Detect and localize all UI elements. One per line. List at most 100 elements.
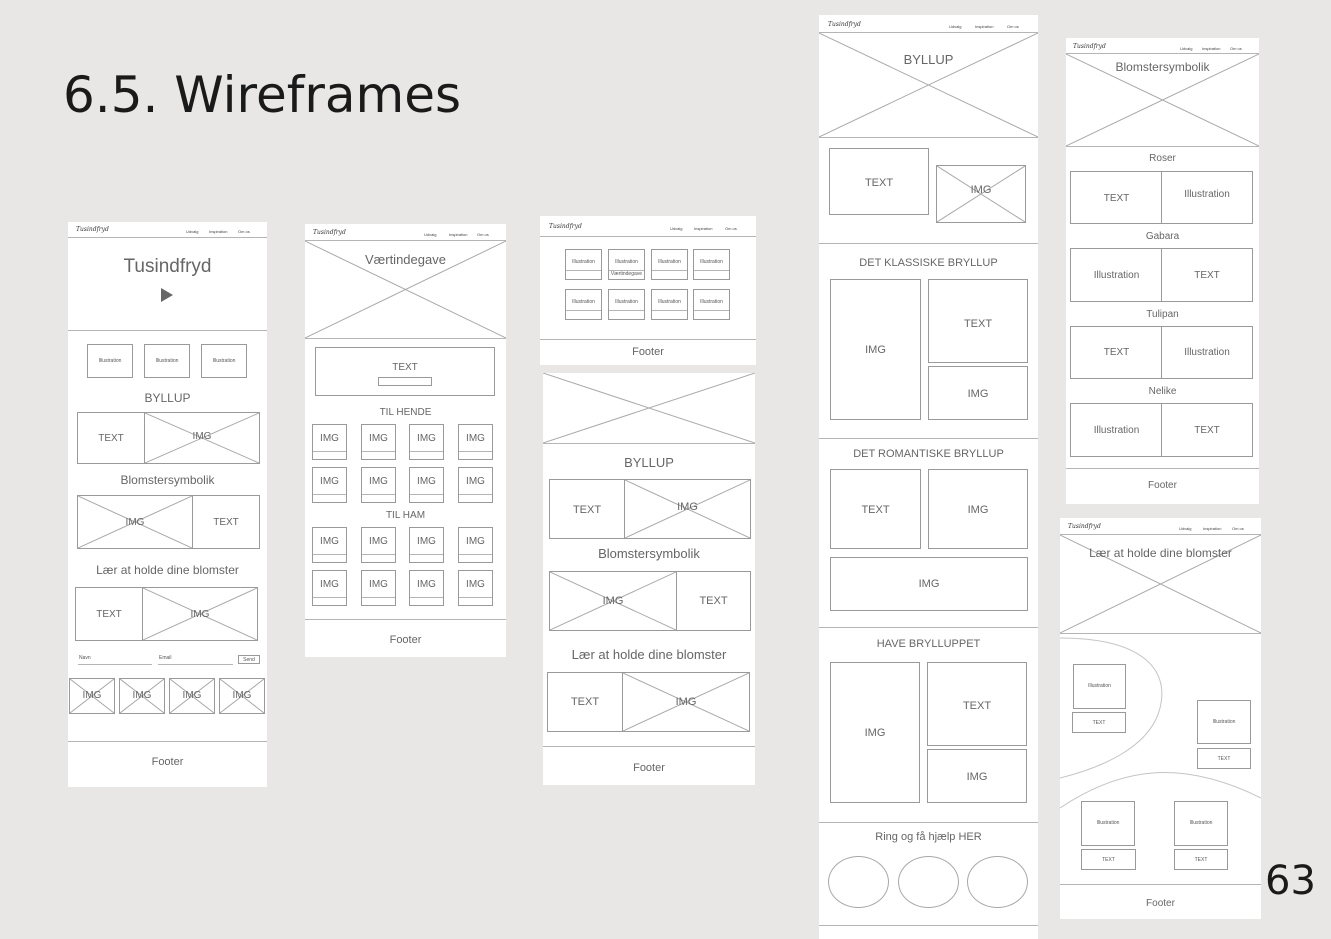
button-placeholder[interactable] (378, 377, 432, 386)
contact-circle[interactable] (898, 856, 959, 908)
hero-title: Blomstersymbolik (1115, 60, 1210, 74)
product-image[interactable]: IMG (312, 467, 347, 503)
wireframe-byllup-overview: BYLLUP TEXT IMG Blomstersymbolik IMG TEX… (543, 373, 755, 785)
footer: Footer (151, 756, 184, 768)
nav-item-om-os[interactable]: Om os (1007, 24, 1019, 29)
footer: Footer (1146, 898, 1175, 909)
name-field-label[interactable]: Navn (79, 655, 91, 661)
product-image[interactable]: IMG (409, 467, 444, 503)
image-placeholder: IMG (69, 678, 115, 714)
nav-item-inspiration[interactable]: Inspiration (975, 24, 993, 29)
product-image[interactable]: IMG (458, 467, 493, 503)
text-box: TEXT (75, 587, 143, 641)
text-box: TEXT (1197, 748, 1251, 769)
nav-item-udvalg[interactable]: Udvalg (424, 232, 436, 237)
product-card[interactable]: Illustration (651, 249, 688, 280)
text-box: TEXT (1174, 849, 1228, 870)
product-image[interactable]: IMG (361, 570, 396, 606)
nav-item-om-os[interactable]: Om os (477, 232, 489, 237)
illustration-box: Illustration (201, 344, 247, 378)
image-placeholder: IMG (830, 662, 920, 803)
footer: Footer (389, 634, 422, 646)
product-card[interactable]: Illustration (651, 289, 688, 320)
illustration-box: Illustration (1161, 326, 1253, 379)
image-placeholder: IMG (927, 749, 1027, 803)
footer: Footer (632, 346, 664, 358)
text-box: TEXT (547, 672, 623, 732)
flower-heading: Gabara (1145, 231, 1180, 242)
image-placeholder: IMG (169, 678, 215, 714)
product-card[interactable]: Illustration (693, 249, 730, 280)
image-placeholder: IMG (624, 479, 751, 539)
flower-heading: Nelike (1148, 386, 1177, 397)
product-image[interactable]: IMG (458, 424, 493, 460)
text-box: TEXT (928, 279, 1028, 363)
image-placeholder: IMG (830, 557, 1028, 611)
nav-item-udvalg[interactable]: Udvalg (1180, 46, 1192, 51)
text-box: TEXT (77, 412, 145, 464)
nav-item-udvalg[interactable]: Udvalg (670, 226, 682, 231)
product-image[interactable]: IMG (312, 424, 347, 460)
wireframe-product-grid: Tusindfryd Udvalg Inspiration Om os Illu… (540, 216, 756, 365)
product-image[interactable]: IMG (458, 570, 493, 606)
illustration-box: Illustration (144, 344, 190, 378)
contact-circle[interactable] (828, 856, 889, 908)
product-image[interactable]: IMG (409, 424, 444, 460)
wireframe-byllup-detail: Tusindfryd Udvalg Inspiration Om os BYLL… (819, 15, 1038, 939)
nav-item-udvalg[interactable]: Udvalg (186, 229, 198, 234)
image-placeholder: IMG (144, 412, 260, 464)
play-icon[interactable] (161, 288, 173, 302)
text-box: TEXT (830, 469, 921, 549)
image-placeholder: IMG (928, 469, 1028, 549)
product-image[interactable]: IMG (361, 424, 396, 460)
hero-title: Værtindegave (365, 252, 446, 267)
section-heading-laer: Lær at holde dine blomster (96, 563, 239, 577)
nav-item-om-os[interactable]: Om os (725, 226, 737, 231)
product-image[interactable]: IMG (361, 527, 396, 563)
product-image[interactable]: IMG (409, 570, 444, 606)
page-title: 6.5. Wireframes (63, 66, 462, 124)
nav-item-udvalg[interactable]: Udvalg (949, 24, 961, 29)
product-card[interactable]: Illustration Værtindegave (608, 249, 645, 280)
illustration-box: Illustration (1161, 171, 1253, 224)
image-placeholder: IMG (219, 678, 265, 714)
nav-item-om-os[interactable]: Om os (238, 229, 250, 234)
text-box: TEXT (676, 571, 751, 631)
illustration-box: Illustration (1070, 403, 1163, 457)
logo: Tusindfryd (828, 21, 861, 28)
text-box: TEXT (315, 347, 495, 396)
logo: Tusindfryd (313, 229, 346, 236)
nav-item-inspiration[interactable]: Inspiration (209, 229, 227, 234)
product-card[interactable]: Illustration (565, 249, 602, 280)
email-field-label[interactable]: Email (159, 655, 172, 661)
image-placeholder: IMG (622, 672, 750, 732)
illustration-box: Illustration (1197, 700, 1251, 744)
send-button[interactable]: Send (238, 655, 260, 664)
illustration-box: Illustration (1073, 664, 1126, 709)
product-image[interactable]: IMG (458, 527, 493, 563)
image-placeholder: IMG (142, 587, 258, 641)
image-placeholder: IMG (77, 495, 193, 549)
image-placeholder: IMG (928, 366, 1028, 420)
page-number: 63 (1265, 858, 1316, 904)
product-image[interactable]: IMG (312, 527, 347, 563)
nav-item-inspiration[interactable]: Inspiration (694, 226, 712, 231)
nav-item-om-os[interactable]: Om os (1230, 46, 1242, 51)
wireframe-laer-at-holde: Tusindfryd Udvalg Inspiration Om os Lær … (1060, 518, 1261, 919)
hero-title: BYLLUP (903, 52, 954, 67)
product-card[interactable]: Illustration (693, 289, 730, 320)
text-box: TEXT (1161, 403, 1253, 457)
image-placeholder: IMG (119, 678, 165, 714)
product-card[interactable]: Illustration (608, 289, 645, 320)
product-card[interactable]: Illustration (565, 289, 602, 320)
nav-item-inspiration[interactable]: Inspiration (449, 232, 467, 237)
logo: Tusindfryd (1073, 43, 1106, 50)
contact-circle[interactable] (967, 856, 1028, 908)
product-image[interactable]: IMG (361, 467, 396, 503)
section-heading-klassiske: DET KLASSISKE BRYLLUP (859, 257, 998, 269)
hero-section (68, 237, 267, 331)
product-image[interactable]: IMG (312, 570, 347, 606)
nav-item-inspiration[interactable]: Inspiration (1202, 46, 1220, 51)
section-heading-til-ham: TIL HAM (385, 510, 426, 521)
product-image[interactable]: IMG (409, 527, 444, 563)
